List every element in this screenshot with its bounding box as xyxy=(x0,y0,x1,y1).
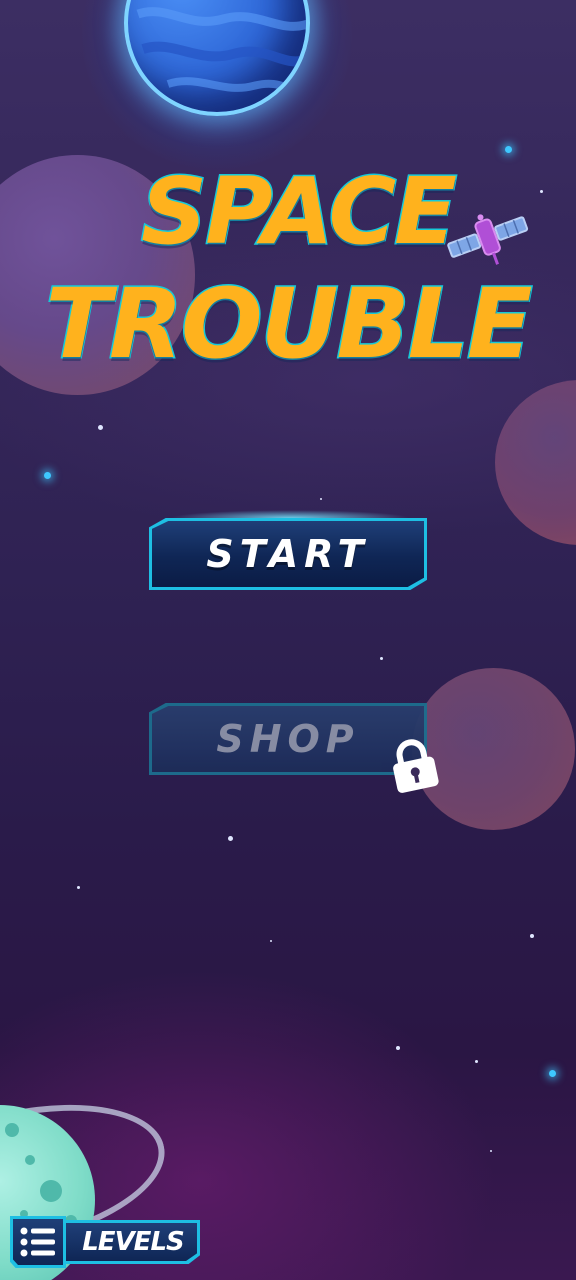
star xyxy=(228,836,233,841)
star xyxy=(505,146,512,153)
star xyxy=(530,934,534,938)
shop-button[interactable]: SHOP xyxy=(149,703,427,775)
star xyxy=(98,425,103,430)
star xyxy=(549,1070,556,1077)
game-title-line1: SPACE xyxy=(140,157,459,267)
lock-icon xyxy=(387,738,441,798)
planet-right xyxy=(495,380,576,545)
star xyxy=(475,1060,478,1063)
star xyxy=(490,1150,492,1152)
star xyxy=(380,657,383,660)
game-main-menu: SPACE TROUBLE START SHOP LEVELS xyxy=(0,0,576,1280)
list-icon xyxy=(20,1227,55,1257)
levels-icon-box xyxy=(10,1216,66,1268)
levels-label: LEVELS xyxy=(82,1227,185,1257)
star xyxy=(396,1046,400,1050)
star xyxy=(44,472,51,479)
game-title-line2: TROUBLE xyxy=(44,267,534,382)
levels-button[interactable]: LEVELS xyxy=(10,1216,202,1268)
start-button-label: START xyxy=(206,532,370,576)
star xyxy=(270,940,272,942)
planet-top xyxy=(124,0,310,116)
star xyxy=(77,886,80,889)
shop-button-label: SHOP xyxy=(216,717,360,761)
start-button[interactable]: START xyxy=(149,518,427,590)
star xyxy=(320,498,322,500)
